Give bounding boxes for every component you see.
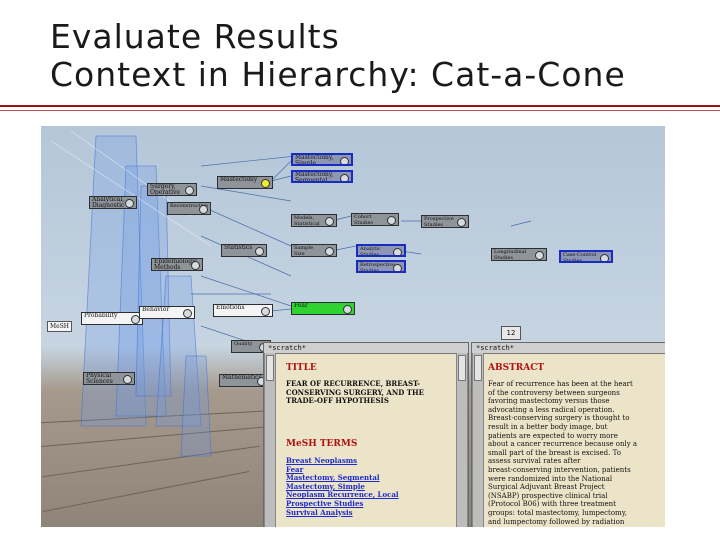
abstract-line: patients are expected to worry more bbox=[488, 431, 618, 440]
abstract-line: of the controversy between surgeons bbox=[488, 388, 620, 397]
abstract-line: (Protocol B06) with three treatment bbox=[488, 500, 616, 509]
abstract-line: about a cancer recurrence because only a bbox=[488, 440, 638, 449]
node-cohort-studies[interactable]: Cohort Studies bbox=[351, 213, 399, 226]
abstract-text: Fear of recurrence has been at the heart… bbox=[488, 380, 664, 526]
abstract-panel-header: *scratch* bbox=[472, 343, 665, 354]
abstract-line: Breast-conserving surgery is thought to bbox=[488, 414, 630, 423]
slide-title: Evaluate Results Context in Hierarchy: C… bbox=[50, 18, 710, 94]
abstract-heading: ABSTRACT bbox=[488, 363, 545, 373]
node-mathematics[interactable]: Mathematics bbox=[219, 374, 269, 387]
mesh-root-label[interactable]: MeSH bbox=[47, 321, 73, 332]
abstract-line: advocating a less radical operation. bbox=[488, 405, 615, 414]
node-probability[interactable]: Probability bbox=[81, 312, 143, 325]
abstract-line: groups: total mastectomy, lumpectomy, bbox=[488, 508, 627, 517]
node-sample-size[interactable]: Sample Size bbox=[291, 244, 337, 257]
abstract-line: (NSABP) prospective clinical trial bbox=[488, 491, 608, 500]
node-surgery-operative[interactable]: Surgery, Operative bbox=[147, 183, 197, 196]
node-mastectomy-simple[interactable]: Mastectomy, Simple bbox=[291, 153, 353, 166]
cat-a-cone-view[interactable]: Mastectomy, Simple Mastectomy, Segmental… bbox=[41, 126, 665, 527]
node-analytical-diagnostic[interactable]: Analytical, Diagnostic bbox=[89, 196, 137, 209]
node-epidemiologic-methods[interactable]: Epidemiologic Methods bbox=[151, 258, 203, 271]
node-fear[interactable]: Fear bbox=[291, 302, 355, 315]
mesh-term-link[interactable]: Breast Neoplasms bbox=[286, 456, 456, 466]
node-reconstructive[interactable]: Reconstructive bbox=[167, 202, 211, 215]
abstract-line: and lumpectomy followed by radiation bbox=[488, 517, 625, 526]
title-panel-scrollbar-right[interactable] bbox=[456, 353, 468, 527]
abstract-line: small part of the breast is excised. To bbox=[488, 448, 621, 457]
mesh-terms-heading: MeSH TERMS bbox=[286, 439, 358, 449]
node-models-statistical[interactable]: Models, Statistical bbox=[291, 214, 337, 227]
abstract-line: breast-conserving intervention, patients bbox=[488, 465, 631, 474]
node-behavior[interactable]: Behavior bbox=[139, 306, 195, 319]
abstract-panel[interactable]: *scratch* ABSTRACT Fear of recurrence ha… bbox=[471, 342, 665, 527]
abstract-line: assess survival rates after bbox=[488, 457, 581, 466]
abstract-line: were randomized into the National bbox=[488, 474, 613, 483]
title-heading: TITLE bbox=[286, 363, 317, 373]
node-analytic-studies[interactable]: Analytic Studies bbox=[356, 244, 406, 257]
title-line-2: Context in Hierarchy: Cat-a-Cone bbox=[50, 55, 626, 94]
node-prospective-studies[interactable]: Prospective Studies bbox=[421, 215, 469, 228]
node-case-control-studies[interactable]: Case-Control Studies bbox=[559, 250, 613, 263]
node-mastectomy-segmental[interactable]: Mastectomy, Segmental bbox=[291, 170, 353, 183]
node-mastectomy[interactable]: Mastectomy bbox=[217, 176, 273, 189]
abstract-line: Fear of recurrence has been at the heart bbox=[488, 380, 633, 388]
title-panel[interactable]: *scratch* TITLE FEAR OF RECURRENCE, BREA… bbox=[263, 342, 469, 527]
title-panel-scrollbar-left[interactable] bbox=[264, 353, 276, 527]
abstract-panel-scrollbar[interactable] bbox=[472, 353, 484, 527]
mesh-terms-list: Breast Neoplasms Fear Mastectomy, Segmen… bbox=[286, 456, 456, 518]
title-line-1: Evaluate Results bbox=[50, 17, 340, 56]
abstract-line: Surgical Adjuvant Breast Project bbox=[488, 483, 605, 492]
accent-bar bbox=[0, 105, 720, 107]
abstract-line: result in a better body image, but bbox=[488, 422, 608, 431]
node-physical-sciences[interactable]: Physical Sciences bbox=[83, 372, 135, 385]
node-emotions[interactable]: Emotions bbox=[213, 304, 273, 317]
accent-bar-thin bbox=[0, 110, 720, 111]
title-panel-header: *scratch* bbox=[264, 343, 468, 354]
node-statistics[interactable]: Statistics bbox=[221, 244, 267, 257]
mesh-term-link[interactable]: Survival Analysis bbox=[286, 508, 456, 518]
node-retrospective-studies[interactable]: Retrospective Studies bbox=[356, 260, 406, 273]
node-longitudinal-studies[interactable]: Longitudinal Studies bbox=[491, 248, 547, 261]
page-number-badge: 12 bbox=[501, 326, 521, 340]
abstract-line: favoring mastectomy versus those bbox=[488, 397, 610, 406]
title-text: FEAR OF RECURRENCE, BREAST-CONSERVING SU… bbox=[286, 379, 424, 406]
